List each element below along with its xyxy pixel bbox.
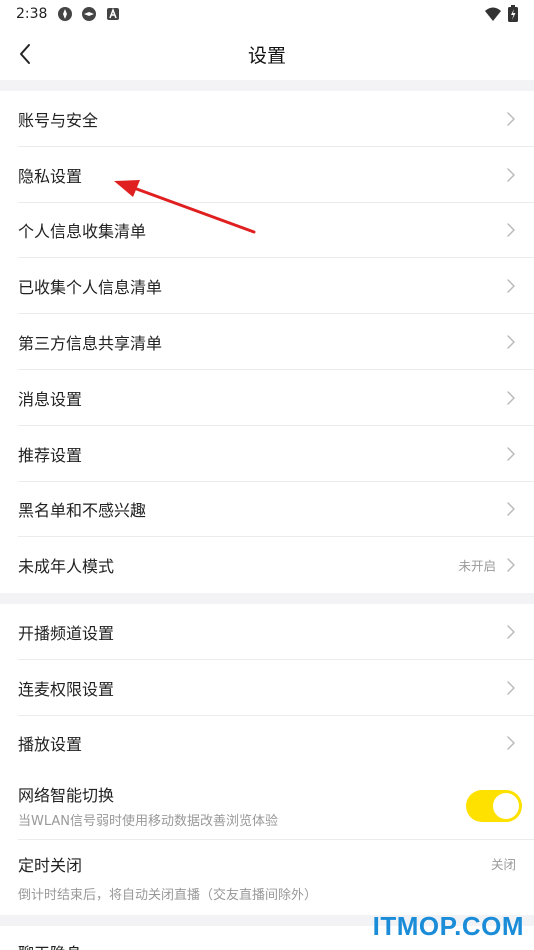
row-label: 播放设置 bbox=[18, 735, 83, 755]
wifi-icon bbox=[485, 7, 501, 21]
row-value: 未开启 bbox=[458, 558, 496, 574]
chevron-right-icon bbox=[507, 112, 515, 126]
settings-row[interactable]: 连麦权限设置 bbox=[0, 659, 534, 716]
timer-off-value: 关闭 bbox=[490, 857, 516, 872]
battery-icon bbox=[508, 5, 518, 22]
network-switch-toggle[interactable] bbox=[466, 790, 522, 822]
network-switch-row: 网络智能切换 当WLAN信号弱时使用移动数据改善浏览体验 bbox=[0, 772, 534, 840]
settings-row[interactable]: 隐私设置 bbox=[0, 146, 534, 203]
chevron-right-icon bbox=[507, 736, 515, 751]
app-icon-2 bbox=[82, 7, 97, 21]
network-switch-desc: 当WLAN信号弱时使用移动数据改善浏览体验 bbox=[18, 814, 279, 829]
chevron-right-icon bbox=[507, 391, 515, 405]
settings-row[interactable]: 未成年人模式 未开启 bbox=[0, 537, 534, 594]
settings-row[interactable]: 账号与安全 bbox=[0, 91, 534, 147]
app-icon-1 bbox=[58, 7, 73, 21]
row-label: 连麦权限设置 bbox=[18, 679, 115, 699]
nav-bar: 设置 bbox=[0, 28, 534, 80]
settings-row[interactable]: 第三方信息共享清单 bbox=[0, 314, 534, 370]
chevron-right-icon bbox=[507, 223, 515, 238]
network-switch-label: 网络智能切换 bbox=[18, 786, 115, 805]
row-label: 已收集个人信息清单 bbox=[18, 278, 163, 298]
row-label: 个人信息收集清单 bbox=[18, 222, 147, 242]
chevron-right-icon bbox=[507, 625, 515, 639]
settings-row[interactable]: 个人信息收集清单 bbox=[0, 202, 534, 259]
row-label: 黑名单和不感兴趣 bbox=[18, 501, 147, 521]
timer-off-label: 定时关闭 bbox=[18, 856, 83, 875]
row-label: 推荐设置 bbox=[18, 445, 83, 465]
watermark-logo: ITMOP.COM bbox=[372, 911, 524, 941]
status-bar: 2:38 bbox=[0, 0, 534, 28]
status-time: 2:38 bbox=[16, 6, 48, 22]
settings-row[interactable]: 消息设置 bbox=[0, 370, 534, 426]
chevron-right-icon bbox=[507, 446, 515, 461]
row-label: 账号与安全 bbox=[18, 110, 99, 130]
row-label: 隐私设置 bbox=[18, 166, 83, 186]
row-label: 开播频道设置 bbox=[18, 623, 115, 643]
chevron-right-icon bbox=[507, 167, 515, 182]
chevron-right-icon bbox=[507, 279, 515, 294]
chevron-right-icon bbox=[507, 502, 515, 517]
settings-row[interactable]: 开播频道设置 bbox=[0, 604, 534, 660]
row-label: 未成年人模式 bbox=[18, 557, 115, 577]
settings-row[interactable]: 黑名单和不感兴趣 bbox=[0, 481, 534, 538]
chevron-right-icon bbox=[507, 335, 515, 349]
a-icon bbox=[107, 7, 120, 20]
chevron-right-icon bbox=[507, 558, 515, 573]
row-label: 第三方信息共享清单 bbox=[18, 334, 163, 354]
toggle-knob bbox=[493, 793, 519, 819]
row-label: 聊天隐身 bbox=[18, 940, 82, 950]
page-title: 设置 bbox=[247, 44, 286, 67]
chevron-left-icon[interactable] bbox=[14, 42, 38, 66]
settings-row[interactable]: 推荐设置 bbox=[0, 425, 534, 482]
chevron-right-icon bbox=[507, 680, 515, 695]
settings-row[interactable]: 播放设置 bbox=[0, 715, 534, 772]
row-label: 消息设置 bbox=[18, 389, 83, 409]
settings-row[interactable]: 已收集个人信息清单 bbox=[0, 258, 534, 315]
section-gap bbox=[0, 593, 534, 604]
timer-off-row[interactable]: 定时关闭 倒计时结束后，将自动关闭直播（交友直播间除外） 关闭 bbox=[0, 840, 534, 915]
section-gap bbox=[0, 80, 534, 91]
timer-off-desc: 倒计时结束后，将自动关闭直播（交友直播间除外） bbox=[18, 888, 318, 903]
